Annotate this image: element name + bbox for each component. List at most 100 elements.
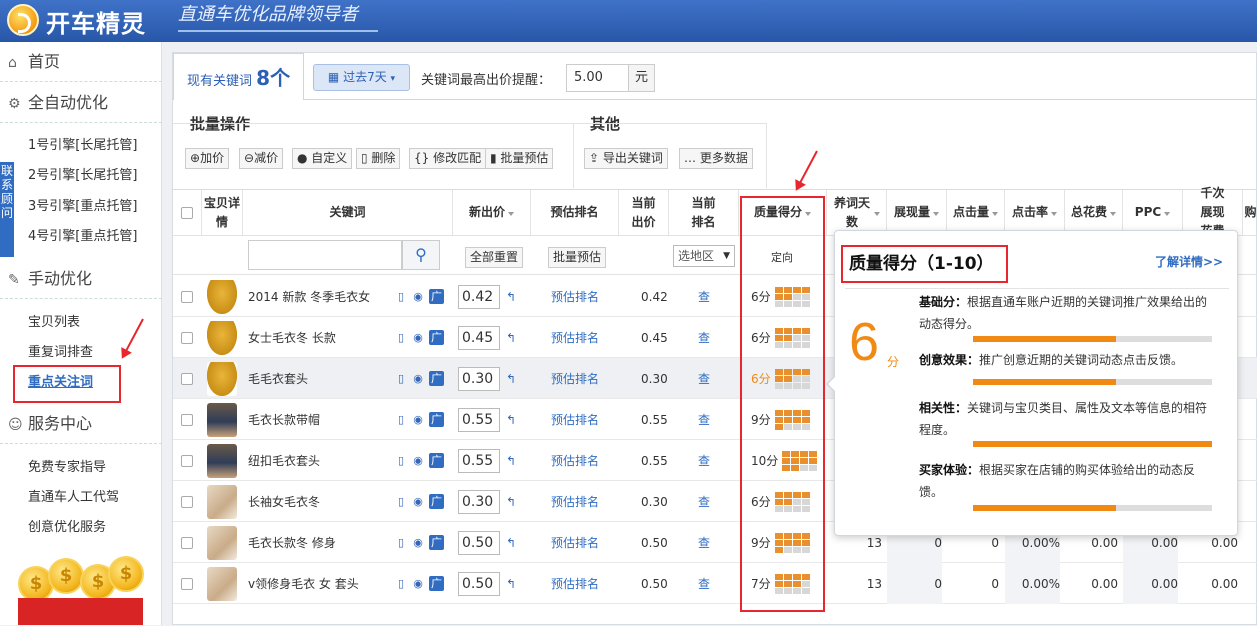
sidebar-engine-4[interactable]: 4号引擎[重点托管] bbox=[28, 228, 137, 246]
check-rank-link[interactable]: 查 bbox=[698, 317, 710, 358]
eye-icon[interactable]: ◉ bbox=[412, 577, 424, 590]
reply-icon[interactable]: ↰ bbox=[506, 331, 516, 345]
col-header-new-bid[interactable]: 新出价 bbox=[453, 190, 531, 236]
estimate-rank-link[interactable]: 预估排名 bbox=[551, 481, 599, 522]
keyword-search-input[interactable] bbox=[248, 240, 402, 270]
sidebar-engine-3[interactable]: 3号引擎[重点托管] bbox=[28, 198, 137, 216]
ad-icon[interactable]: 广 bbox=[429, 330, 444, 345]
new-bid-input[interactable]: 0.30 bbox=[458, 489, 500, 514]
product-thumbnail[interactable] bbox=[207, 402, 237, 437]
ad-icon[interactable]: 广 bbox=[429, 535, 444, 550]
product-thumbnail[interactable] bbox=[207, 361, 237, 396]
sidebar-item-home[interactable]: ⌂ 首页 bbox=[0, 42, 162, 82]
sidebar-item-manual[interactable]: ✎ 手动优化 bbox=[0, 259, 162, 299]
check-rank-link[interactable]: 查 bbox=[698, 563, 710, 604]
region-select[interactable]: 选地区 ▼ bbox=[673, 245, 735, 267]
export-keywords-button[interactable]: ⇪ 导出关键词 bbox=[584, 148, 668, 169]
check-rank-link[interactable]: 查 bbox=[698, 440, 710, 481]
eye-icon[interactable]: ◉ bbox=[412, 372, 424, 385]
trash-icon[interactable]: ▯ bbox=[395, 577, 407, 590]
sidebar-item-driver[interactable]: 直通车人工代驾 bbox=[28, 489, 119, 507]
reply-icon[interactable]: ↰ bbox=[506, 413, 516, 427]
search-icon[interactable]: ⚲ bbox=[402, 240, 440, 270]
estimate-rank-link[interactable]: 预估排名 bbox=[551, 276, 599, 317]
new-bid-input[interactable]: 0.42 bbox=[458, 284, 500, 309]
date-range-dropdown[interactable]: ▦ 过去7天 ▾ bbox=[313, 64, 410, 91]
eye-icon[interactable]: ◉ bbox=[412, 413, 424, 426]
check-rank-link[interactable]: 查 bbox=[698, 522, 710, 563]
sidebar-engine-1[interactable]: 1号引擎[长尾托管] bbox=[28, 137, 137, 155]
ad-icon[interactable]: 广 bbox=[429, 494, 444, 509]
reply-icon[interactable]: ↰ bbox=[506, 536, 516, 550]
new-bid-input[interactable]: 0.55 bbox=[458, 448, 500, 473]
trash-icon[interactable]: ▯ bbox=[395, 413, 407, 426]
product-thumbnail[interactable] bbox=[207, 484, 237, 519]
eye-icon[interactable]: ◉ bbox=[412, 536, 424, 549]
more-data-button[interactable]: … 更多数据 bbox=[679, 148, 753, 169]
eye-icon[interactable]: ◉ bbox=[412, 454, 424, 467]
check-rank-link[interactable]: 查 bbox=[698, 481, 710, 522]
bid-reminder-input[interactable]: 5.00 bbox=[566, 64, 629, 92]
contact-advisor-tab[interactable]: 联系顾问 bbox=[0, 162, 14, 257]
trash-icon[interactable]: ▯ bbox=[395, 331, 407, 344]
check-rank-link[interactable]: 查 bbox=[698, 276, 710, 317]
trash-icon[interactable]: ▯ bbox=[395, 372, 407, 385]
row-checkbox[interactable] bbox=[181, 372, 193, 385]
tab-keywords[interactable]: 现有关键词 8个 bbox=[173, 53, 304, 100]
custom-button[interactable]: ● 自定义 bbox=[292, 148, 353, 169]
product-thumbnail[interactable] bbox=[207, 279, 237, 314]
estimate-rank-link[interactable]: 预估排名 bbox=[551, 563, 599, 604]
estimate-rank-link[interactable]: 预估排名 bbox=[551, 399, 599, 440]
new-bid-input[interactable]: 0.50 bbox=[458, 530, 500, 555]
sidebar-engine-2[interactable]: 2号引擎[长尾托管] bbox=[28, 167, 137, 185]
reset-all-button[interactable]: 全部重置 bbox=[465, 247, 524, 268]
new-bid-input[interactable]: 0.55 bbox=[458, 407, 500, 432]
row-checkbox[interactable] bbox=[181, 413, 193, 426]
product-thumbnail[interactable] bbox=[207, 566, 237, 601]
sidebar-item-auto[interactable]: ⚙ 全自动优化 bbox=[0, 83, 162, 123]
estimate-rank-link[interactable]: 预估排名 bbox=[551, 317, 599, 358]
eye-icon[interactable]: ◉ bbox=[412, 331, 424, 344]
lower-bid-button[interactable]: ⊖减价 bbox=[239, 148, 284, 169]
select-all-checkbox[interactable] bbox=[181, 206, 193, 219]
ad-icon[interactable]: 广 bbox=[429, 412, 444, 427]
raise-bid-button[interactable]: ⊕加价 bbox=[185, 148, 230, 169]
ad-icon[interactable]: 广 bbox=[429, 576, 444, 591]
trash-icon[interactable]: ▯ bbox=[395, 454, 407, 467]
learn-more-link[interactable]: 了解详情>> bbox=[1155, 253, 1223, 270]
reply-icon[interactable]: ↰ bbox=[506, 372, 516, 386]
batch-estimate-button[interactable]: ▮ 批量预估 bbox=[485, 148, 554, 169]
estimate-rank-link[interactable]: 预估排名 bbox=[551, 522, 599, 563]
row-checkbox[interactable] bbox=[181, 495, 193, 508]
sidebar-item-duplicates[interactable]: 重复词排查 bbox=[28, 344, 93, 362]
product-thumbnail[interactable] bbox=[207, 525, 237, 560]
row-checkbox[interactable] bbox=[181, 454, 193, 467]
row-checkbox[interactable] bbox=[181, 331, 193, 344]
check-rank-link[interactable]: 查 bbox=[698, 358, 710, 399]
ad-icon[interactable]: 广 bbox=[429, 371, 444, 386]
trash-icon[interactable]: ▯ bbox=[395, 495, 407, 508]
row-checkbox[interactable] bbox=[181, 290, 193, 303]
trash-icon[interactable]: ▯ bbox=[395, 290, 407, 303]
product-thumbnail[interactable] bbox=[207, 443, 237, 478]
ad-icon[interactable]: 广 bbox=[429, 289, 444, 304]
sidebar-item-products[interactable]: 宝贝列表 bbox=[28, 314, 80, 332]
table-row[interactable]: v领修身毛衣 女 套头 ▯ ◉ 广 0.50 ↰ 预估排名 0.50 查 7分 13 0 0 0.00% 0… bbox=[173, 563, 1257, 604]
sidebar-item-creative[interactable]: 创意优化服务 bbox=[28, 519, 106, 537]
estimate-rank-link[interactable]: 预估排名 bbox=[551, 358, 599, 399]
product-thumbnail[interactable] bbox=[207, 320, 237, 355]
estimate-rank-link[interactable]: 预估排名 bbox=[551, 440, 599, 481]
reply-icon[interactable]: ↰ bbox=[506, 495, 516, 509]
modify-match-button[interactable]: {} 修改匹配 bbox=[409, 148, 487, 169]
reply-icon[interactable]: ↰ bbox=[506, 454, 516, 468]
ad-icon[interactable]: 广 bbox=[429, 453, 444, 468]
batch-estimate-filter-button[interactable]: 批量预估 bbox=[548, 247, 607, 268]
reply-icon[interactable]: ↰ bbox=[506, 577, 516, 591]
new-bid-input[interactable]: 0.45 bbox=[458, 325, 500, 350]
new-bid-input[interactable]: 0.30 bbox=[458, 366, 500, 391]
promo-coins-image[interactable]: $ $ $ $ bbox=[18, 556, 144, 625]
sidebar-item-service[interactable]: ☺ 服务中心 bbox=[0, 404, 162, 444]
trash-icon[interactable]: ▯ bbox=[395, 536, 407, 549]
row-checkbox[interactable] bbox=[181, 577, 193, 590]
sidebar-item-expert[interactable]: 免费专家指导 bbox=[28, 459, 106, 477]
